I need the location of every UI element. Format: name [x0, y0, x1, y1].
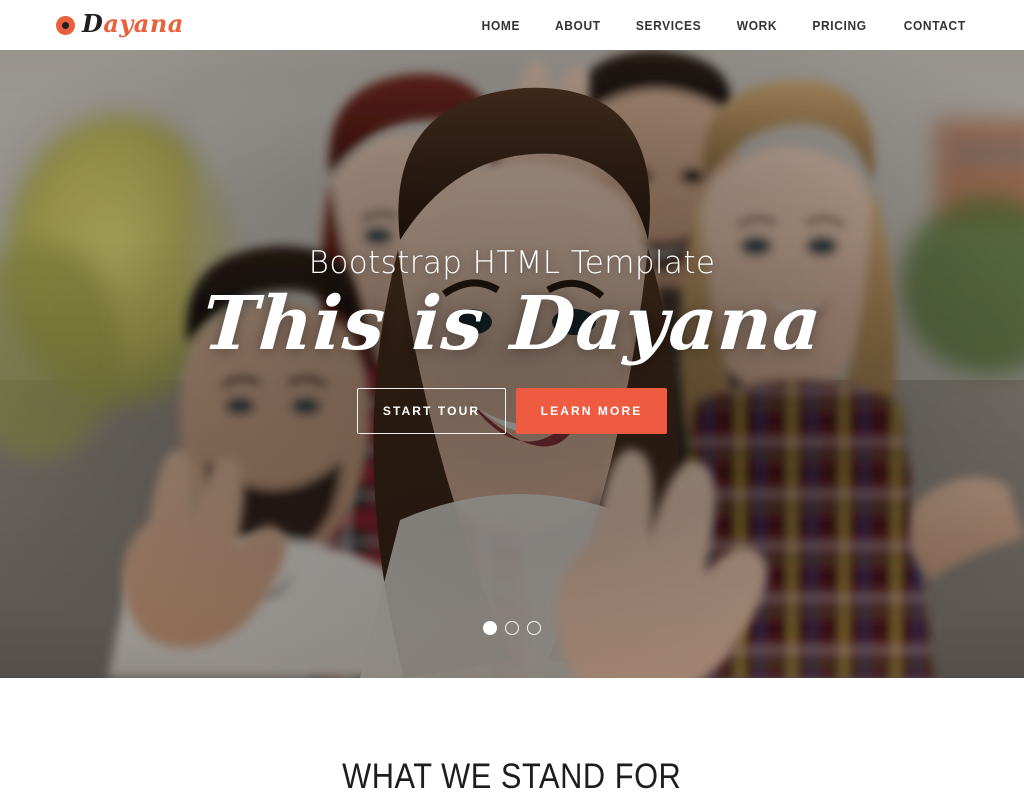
nav-item-services[interactable]: SERVICES — [636, 18, 701, 33]
brand-rest: ayana — [103, 9, 184, 38]
nav-item-work[interactable]: WORK — [737, 18, 777, 33]
section-title: WHAT WE STAND FOR — [342, 757, 682, 796]
circle-dot-icon — [56, 16, 75, 35]
hero-action-buttons: START TOUR LEARN MORE — [357, 387, 667, 434]
brand-initial: D — [82, 9, 104, 38]
start-tour-button[interactable]: START TOUR — [357, 387, 506, 434]
what-we-stand-for-section: WHAT WE STAND FOR — [0, 678, 1024, 800]
nav-item-contact[interactable]: CONTACT — [903, 18, 965, 33]
brand-name: Dayana — [82, 12, 184, 36]
carousel-indicator-2[interactable] — [505, 621, 519, 635]
main-navigation: HOME ABOUT SERVICES WORK PRICING CONTACT — [480, 18, 968, 33]
nav-item-pricing[interactable]: PRICING — [813, 18, 867, 33]
hero-subtitle: Bootstrap HTML Template — [308, 245, 716, 281]
nav-item-about[interactable]: ABOUT — [555, 18, 601, 33]
hero-title: This is Dayana — [199, 281, 825, 368]
learn-more-button[interactable]: LEARN MORE — [516, 387, 667, 434]
site-header: Dayana HOME ABOUT SERVICES WORK PRICING … — [0, 0, 1024, 50]
brand-logo[interactable]: Dayana — [56, 12, 184, 37]
nav-item-home[interactable]: HOME — [482, 18, 520, 33]
carousel-indicator-3[interactable] — [527, 621, 541, 635]
hero-carousel: Bootstrap HTML Template This is Dayana S… — [0, 50, 1024, 678]
carousel-indicator-1[interactable] — [483, 621, 497, 635]
carousel-indicators — [0, 621, 1024, 635]
